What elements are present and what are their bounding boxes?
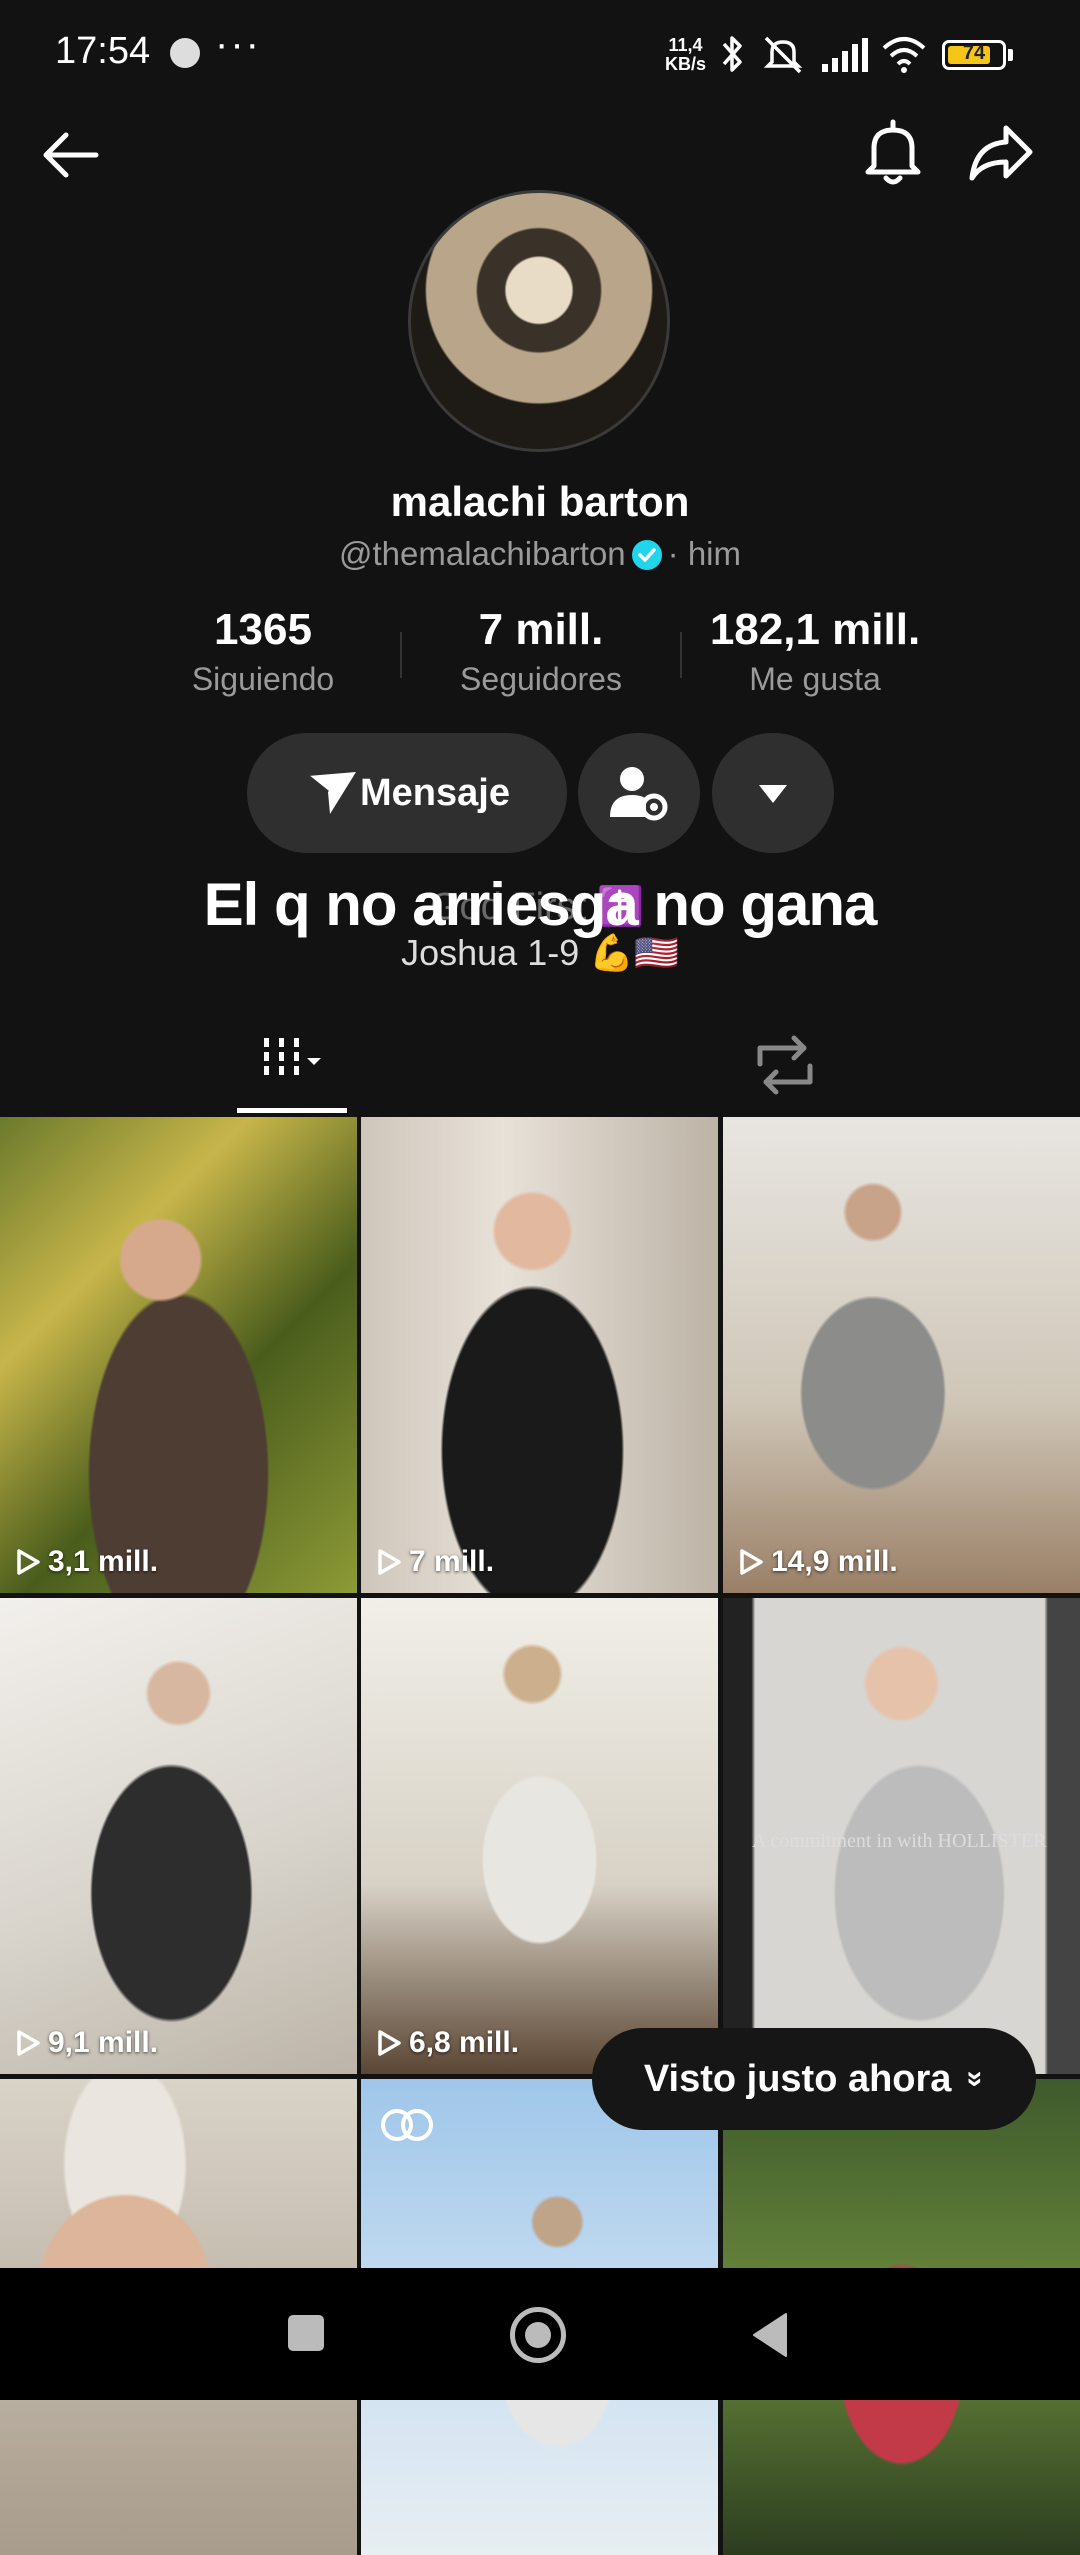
- more-notifications-icon: ···: [215, 22, 261, 66]
- profile-pronouns: · him: [667, 535, 741, 572]
- user-settings-icon: [610, 767, 668, 821]
- view-count: 3,1 mill.: [14, 1545, 158, 1579]
- play-icon: [378, 1549, 401, 1575]
- video-thumbnail[interactable]: 14,9 mill.: [723, 1117, 1080, 1593]
- stat-followers[interactable]: 7 mill. Seguidores: [391, 605, 691, 698]
- message-button[interactable]: Mensaje: [247, 733, 567, 853]
- play-icon: [17, 1549, 40, 1575]
- view-count-text: 7 mill.: [409, 1545, 495, 1578]
- view-count-text: 6,8 mill.: [409, 2026, 520, 2059]
- view-count: 9,1 mill.: [14, 2026, 158, 2060]
- bio-subtext: Joshua 1-9 💪🇺🇸: [401, 932, 679, 973]
- stat-followers-value: 7 mill.: [478, 605, 604, 654]
- active-tab-indicator: [237, 1108, 347, 1113]
- video-thumbnail[interactable]: 3,1 mill.: [0, 1117, 357, 1593]
- chevron-double-down-icon: »: [959, 2070, 993, 2088]
- battery-level: 74: [962, 42, 986, 64]
- play-icon: [17, 2030, 40, 2056]
- view-count: 14,9 mill.: [737, 1545, 898, 1579]
- view-count-text: 9,1 mill.: [48, 2026, 159, 2059]
- play-icon: [378, 2030, 401, 2056]
- stat-following[interactable]: 1365 Siguiendo: [113, 605, 413, 698]
- view-count: 6,8 mill.: [375, 2026, 519, 2060]
- play-icon: [740, 1549, 763, 1575]
- bluetooth-icon: [722, 36, 742, 72]
- bell-icon[interactable]: [860, 118, 926, 190]
- back-triangle-icon[interactable]: [750, 2310, 790, 2360]
- recent-apps-icon[interactable]: [288, 2315, 324, 2351]
- recently-viewed-toast[interactable]: Visto justo ahora »: [592, 2028, 1036, 2130]
- message-button-label: Mensaje: [360, 771, 510, 814]
- view-count-text: 14,9 mill.: [771, 1545, 898, 1578]
- stat-likes-value: 182,1 mill.: [709, 605, 921, 654]
- profile-handle: @themalachibarton: [339, 535, 626, 572]
- video-thumbnail[interactable]: 7 mill.: [361, 1117, 718, 1593]
- repost-tab-icon[interactable]: [740, 1020, 830, 1110]
- arrow-left-icon[interactable]: [38, 125, 104, 185]
- stat-likes-label: Me gusta: [749, 661, 881, 697]
- wifi-icon: [882, 37, 926, 73]
- stat-following-value: 1365: [214, 605, 312, 654]
- caret-down-icon: [759, 785, 787, 803]
- send-icon: [307, 772, 357, 814]
- video-overlay-text: A commitment in with HOLLISTER: [752, 1830, 1047, 1852]
- notification-dot-icon: [170, 38, 200, 68]
- network-speed-unit: KB/s: [665, 54, 707, 74]
- view-count: 7 mill.: [375, 1545, 494, 1579]
- profile-display-name: malachi barton: [390, 478, 690, 525]
- verified-badge-icon: [631, 540, 662, 570]
- video-thumbnail[interactable]: 6,8 mill.: [361, 1598, 718, 2074]
- view-count-text: 3,1 mill.: [48, 1545, 159, 1578]
- more-options-button[interactable]: [712, 733, 834, 853]
- toast-label: Visto justo ahora: [643, 2057, 952, 2100]
- bell-muted-icon: [763, 36, 803, 74]
- share-arrow-icon[interactable]: [966, 120, 1036, 186]
- stat-likes[interactable]: 182,1 mill. Me gusta: [665, 605, 965, 698]
- videos-grid-tab-icon[interactable]: [235, 1020, 347, 1110]
- friend-settings-button[interactable]: [578, 733, 700, 853]
- collab-icon: [381, 2109, 433, 2141]
- bio-main-text: El q no arriesga no gana: [203, 871, 878, 938]
- profile-handle-row: @themalachibarton · him: [0, 535, 1080, 573]
- avatar[interactable]: [408, 190, 670, 452]
- stat-followers-label: Seguidores: [460, 661, 622, 697]
- network-speed: 11,4 KB/s: [665, 36, 706, 74]
- video-thumbnail[interactable]: 9,1 mill.: [0, 1598, 357, 2074]
- network-speed-value: 11,4: [668, 35, 703, 55]
- status-time: 17:54: [55, 30, 151, 72]
- status-bar: 17:54 ··· 11,4 KB/s 74: [0, 0, 1080, 110]
- signal-icon: [822, 38, 868, 72]
- stat-following-label: Siguiendo: [191, 661, 335, 697]
